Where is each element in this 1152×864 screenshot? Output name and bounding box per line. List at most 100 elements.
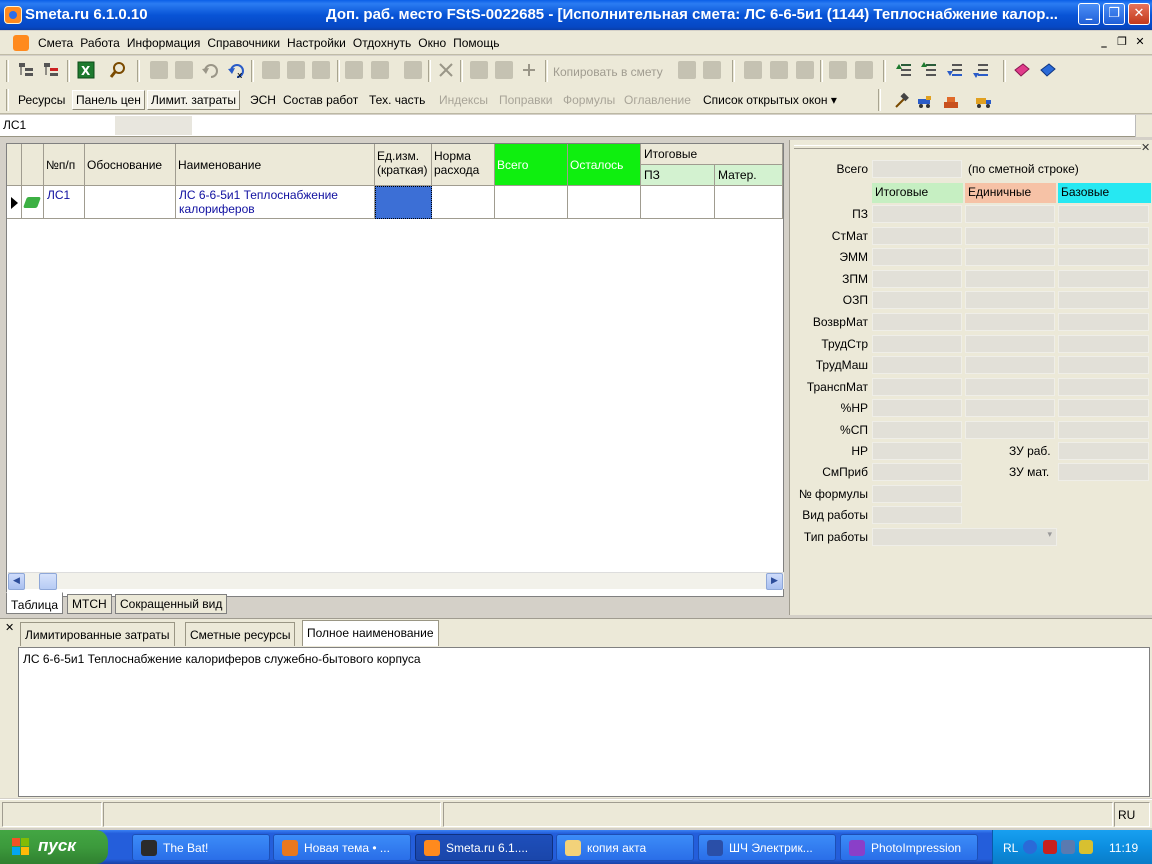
toolbar-open-windows-list[interactable]: Список открытых окон ▾ — [703, 93, 837, 107]
toolbar-tech-part[interactable]: Тех. часть — [369, 93, 425, 107]
price-field-edinichnye[interactable] — [965, 226, 1055, 245]
price-field-edinichnye[interactable] — [965, 356, 1055, 375]
horizontal-scrollbar[interactable]: ◀ ▶ — [8, 572, 784, 590]
cell-basis[interactable] — [85, 186, 176, 219]
price-field-itogovye[interactable] — [872, 356, 962, 375]
price-field-edinichnye[interactable] — [965, 205, 1055, 223]
scrollbar-thumb[interactable] — [39, 573, 57, 590]
cell-unit-selected[interactable] — [375, 186, 432, 219]
field-formula[interactable] — [872, 485, 962, 503]
ls-field-scroll[interactable] — [1135, 115, 1152, 137]
col-header-basis[interactable]: Обоснование — [85, 144, 176, 186]
menu-okno[interactable]: Окно — [416, 36, 451, 50]
machine-icon[interactable] — [916, 92, 934, 110]
col-header-num[interactable]: №п/п — [44, 144, 85, 186]
scroll-left-icon[interactable]: ◀ — [8, 573, 25, 590]
task-button[interactable]: Smeta.ru 6.1.... — [415, 834, 553, 861]
mdi-close-button[interactable]: ✕ — [1133, 35, 1147, 49]
panel-close-icon[interactable]: ✕ — [1141, 141, 1150, 154]
delete-icon[interactable] — [437, 61, 455, 79]
menu-pomosch[interactable]: Помощь — [451, 36, 504, 50]
task-button[interactable]: PhotoImpression — [840, 834, 978, 861]
toolbar-esn[interactable]: ЭСН — [250, 93, 276, 107]
field-vsego[interactable] — [872, 160, 962, 178]
toolbar-corrections[interactable]: Поправки — [499, 93, 552, 107]
undo-cancel-icon[interactable]: x — [227, 61, 245, 81]
undo-icon[interactable] — [201, 61, 219, 79]
price-field-itogovye[interactable] — [872, 226, 962, 245]
cell-pz[interactable] — [641, 186, 715, 219]
table-view-icon[interactable] — [770, 61, 788, 79]
toolbar-work-composition[interactable]: Состав работ — [283, 93, 358, 107]
panel-grip[interactable] — [794, 145, 1141, 149]
field-zu-mat[interactable] — [1058, 463, 1149, 481]
price-field-bazovye[interactable] — [1058, 399, 1149, 418]
price-field-edinichnye[interactable] — [965, 399, 1055, 418]
menu-smeta[interactable]: Смета — [36, 36, 78, 50]
smeta-app-icon[interactable] — [4, 6, 22, 24]
field-nr[interactable] — [872, 442, 962, 460]
tab-mtsn[interactable]: МТСН — [67, 594, 112, 614]
menu-spravochniki[interactable]: Справочники — [205, 36, 285, 50]
tab-table[interactable]: Таблица — [6, 592, 64, 614]
list-outdent-icon[interactable] — [287, 61, 305, 79]
price-field-itogovye[interactable] — [872, 399, 962, 418]
close-button[interactable]: ✕ — [1128, 3, 1150, 25]
price-field-itogovye[interactable] — [872, 421, 962, 439]
move-top-icon[interactable] — [920, 61, 938, 79]
price-field-bazovye[interactable] — [1058, 291, 1149, 310]
task-button[interactable]: копия акта — [556, 834, 694, 861]
menu-informaciya[interactable]: Информация — [125, 36, 205, 50]
full-name-textarea[interactable]: ЛС 6-6-5и1 Теплоснабжение калориферов сл… — [18, 647, 1150, 797]
search-icon[interactable] — [109, 61, 127, 79]
mdi-minimize-button[interactable]: _ — [1097, 35, 1111, 49]
title-bar[interactable]: Smeta.ru 6.1.0.10 Доп. раб. место FStS-0… — [0, 0, 1152, 30]
task-button[interactable]: Новая тема • ... — [273, 834, 411, 861]
price-field-itogovye[interactable] — [872, 248, 962, 267]
menu-otdohnut[interactable]: Отдохнуть — [351, 36, 416, 50]
minimize-button[interactable]: _ — [1078, 3, 1100, 25]
save-icon[interactable] — [150, 61, 168, 79]
field-zu-rab[interactable] — [1058, 442, 1149, 460]
move-down-icon[interactable] — [946, 61, 964, 79]
price-field-edinichnye[interactable] — [965, 334, 1055, 353]
price-field-edinichnye[interactable] — [965, 291, 1055, 310]
list-indent-icon[interactable] — [262, 61, 280, 79]
price-field-bazovye[interactable] — [1058, 248, 1149, 267]
print-icon[interactable] — [175, 61, 193, 79]
cut-icon[interactable] — [345, 61, 363, 79]
toolbar-indices[interactable]: Индексы — [439, 93, 488, 107]
cell-num[interactable]: ЛС1 — [44, 186, 85, 219]
price-field-bazovye[interactable] — [1058, 356, 1149, 375]
bottom-panel-close-icon[interactable]: ✕ — [5, 621, 14, 634]
toolbar-contents[interactable]: Оглавление — [624, 93, 691, 107]
price-field-edinichnye[interactable] — [965, 248, 1055, 267]
price-field-bazovye[interactable] — [1058, 334, 1149, 353]
copy-icon[interactable] — [371, 61, 389, 79]
level-up-icon[interactable] — [829, 61, 847, 79]
tray-arrow-icon[interactable] — [1023, 840, 1037, 854]
price-field-edinichnye[interactable] — [965, 421, 1055, 439]
price-field-bazovye[interactable] — [1058, 269, 1149, 288]
document-menu-icon[interactable] — [13, 35, 29, 51]
col-header-norm[interactable]: Норма расхода — [432, 144, 495, 186]
cell-name[interactable]: ЛС 6-6-5и1 Теплоснабжение калориферов — [176, 186, 375, 219]
move-bottom-icon[interactable] — [972, 61, 990, 79]
start-button[interactable]: пуск — [0, 830, 108, 864]
col-header-unit[interactable]: Ед.изм. (краткая) — [375, 144, 432, 186]
col-header-remaining[interactable]: Осталось — [568, 144, 641, 186]
insert-block-icon[interactable] — [495, 61, 513, 79]
task-button[interactable]: The Bat! — [132, 834, 270, 861]
kaspersky-icon[interactable] — [1043, 840, 1057, 854]
cell-remaining[interactable] — [568, 186, 641, 219]
book-blue-icon[interactable] — [1039, 61, 1057, 79]
menu-nastroyki[interactable]: Настройки — [285, 36, 351, 50]
tab-short-view[interactable]: Сокращенный вид — [115, 594, 228, 614]
price-field-bazovye[interactable] — [1058, 313, 1149, 331]
add-row-icon[interactable] — [520, 61, 538, 79]
toolbar-limit-costs[interactable]: Лимит. затраты — [147, 90, 240, 110]
col-header-mater[interactable]: Матер. — [715, 165, 783, 186]
toolbar-price-panel[interactable]: Панель цен — [72, 90, 145, 110]
tray-language[interactable]: RL — [1003, 841, 1018, 855]
price-field-itogovye[interactable] — [872, 291, 962, 310]
